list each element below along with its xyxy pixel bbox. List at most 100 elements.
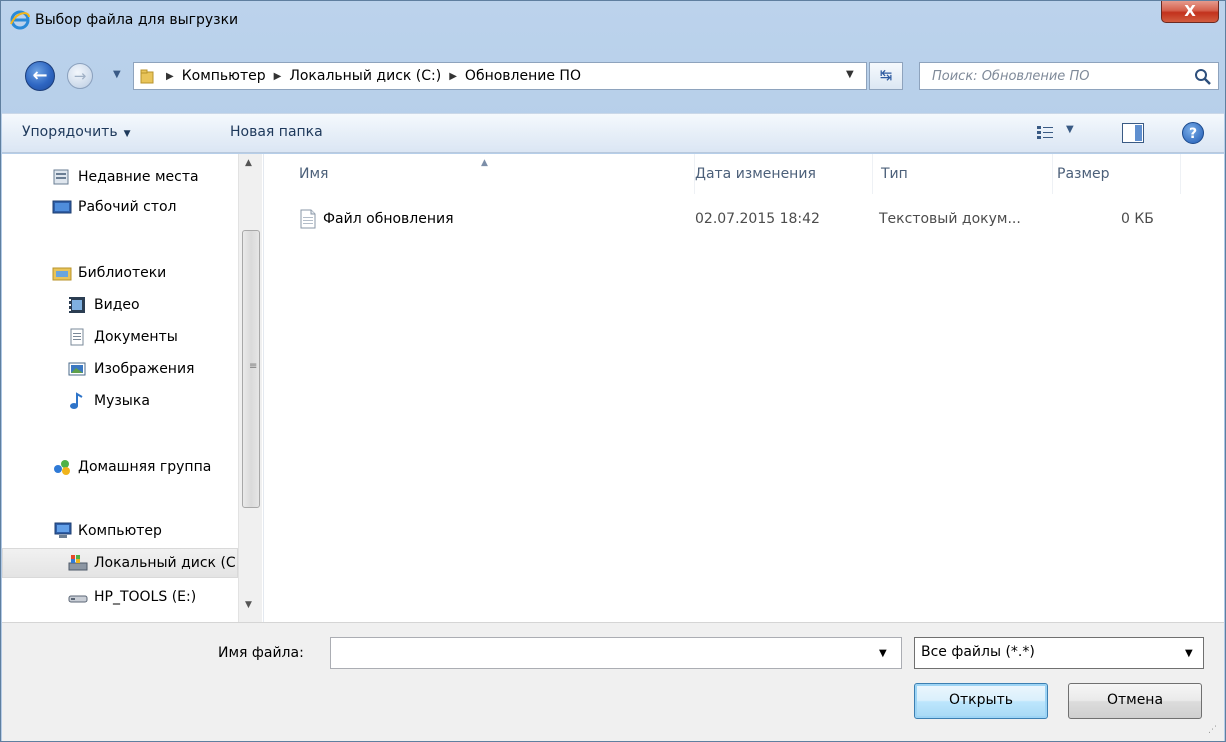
preview-pane-button[interactable]: [1122, 123, 1144, 143]
resize-grip-icon[interactable]: ⋰: [1208, 725, 1220, 737]
close-button[interactable]: X: [1161, 1, 1219, 23]
breadcrumb-local-disk[interactable]: Локальный диск (C:): [289, 68, 441, 84]
forward-button[interactable]: →: [67, 63, 93, 89]
change-view-button[interactable]: ▼: [1036, 122, 1086, 144]
file-date: 02.07.2015 18:42: [695, 211, 820, 227]
refresh-button[interactable]: ↹: [869, 62, 903, 90]
libraries-icon: [52, 264, 72, 282]
sidebar-item-label: Рабочий стол: [78, 199, 177, 215]
open-button[interactable]: Открыть: [914, 683, 1048, 719]
chevron-right-icon: ▶: [166, 70, 174, 82]
chevron-down-icon[interactable]: ▼: [879, 648, 887, 659]
file-type: Текстовый докум...: [879, 211, 1021, 227]
breadcrumb-update-folder[interactable]: Обновление ПО: [465, 68, 581, 84]
cancel-button[interactable]: Отмена: [1068, 683, 1202, 719]
back-button[interactable]: ←: [25, 61, 55, 91]
view-details-icon: [1037, 126, 1053, 139]
sidebar-item-homegroup[interactable]: Домашняя группа: [2, 452, 238, 482]
filename-label: Имя файла:: [218, 645, 304, 661]
dialog-footer: Имя файла: ▼ Все файлы (*.*) ▼ Открыть О…: [2, 622, 1224, 741]
sidebar-item-label: Документы: [94, 329, 178, 345]
breadcrumb: ▶ Компьютер ▶ Локальный диск (C:) ▶ Обно…: [162, 63, 581, 89]
sidebar-item-video[interactable]: Видео: [2, 290, 238, 320]
command-bar: Упорядочить ▼ Новая папка ▼ ?: [2, 113, 1224, 153]
chevron-right-icon: ▶: [449, 70, 457, 82]
close-icon: X: [1184, 2, 1196, 20]
sidebar-item-recent-places[interactable]: Недавние места: [2, 162, 238, 192]
organize-button[interactable]: Упорядочить ▼: [22, 124, 131, 140]
new-folder-button[interactable]: Новая папка: [230, 124, 323, 140]
table-row[interactable]: Файл обновления 02.07.2015 18:42 Текстов…: [285, 206, 1175, 236]
sidebar-item-local-disk[interactable]: Локальный диск (C:): [2, 548, 238, 578]
images-icon: [68, 360, 88, 378]
file-size: 0 КБ: [1121, 211, 1154, 227]
column-date-label: Дата изменения: [695, 166, 816, 182]
search-input[interactable]: [920, 63, 1188, 89]
filename-field[interactable]: ▼: [330, 637, 902, 669]
sidebar-item-hp-tools[interactable]: HP_TOOLS (E:): [2, 582, 238, 612]
address-bar[interactable]: ▶ Компьютер ▶ Локальный диск (C:) ▶ Обно…: [133, 62, 867, 90]
video-icon: [68, 296, 88, 314]
column-header-date[interactable]: Дата изменения: [695, 154, 873, 194]
column-header-size[interactable]: Размер: [1053, 154, 1181, 194]
search-box: [919, 62, 1219, 90]
folder-icon: [140, 68, 156, 84]
sidebar-item-label: Компьютер: [78, 523, 162, 539]
column-header-name[interactable]: Имя ▲: [265, 154, 695, 194]
chevron-down-icon: ▼: [123, 129, 131, 139]
sidebar-item-label: Изображения: [94, 361, 195, 377]
desktop-icon: [52, 198, 72, 216]
file-name: Файл обновления: [323, 211, 454, 227]
sidebar-item-label: Недавние места: [78, 169, 199, 185]
sidebar-item-images[interactable]: Изображения: [2, 354, 238, 384]
chevron-down-icon: ▼: [1185, 648, 1193, 659]
sidebar-item-documents[interactable]: Документы: [2, 322, 238, 352]
sidebar-item-label: Библиотеки: [78, 265, 167, 281]
filename-input[interactable]: [331, 638, 871, 668]
scroll-grip-icon: ≡: [249, 361, 258, 372]
sidebar-item-label: Домашняя группа: [78, 459, 212, 475]
sidebar-item-libraries[interactable]: Библиотеки: [2, 258, 238, 288]
filetype-select[interactable]: Все файлы (*.*) ▼: [914, 637, 1204, 669]
column-size-label: Размер: [1057, 166, 1110, 182]
sidebar-item-label: Локальный диск (C:): [94, 555, 238, 571]
new-folder-label: Новая папка: [230, 124, 323, 140]
recent-places-icon: [52, 168, 72, 186]
music-icon: [68, 392, 88, 410]
scroll-down-icon[interactable]: ▼: [245, 600, 252, 610]
homegroup-icon: [52, 458, 72, 476]
refresh-icon: ↹: [879, 66, 893, 84]
breadcrumb-computer[interactable]: Компьютер: [182, 68, 266, 84]
title-bar: Выбор файла для выгрузки X: [1, 1, 1225, 41]
column-type-label: Тип: [881, 166, 908, 182]
help-icon: ?: [1188, 126, 1198, 142]
sidebar-item-music[interactable]: Музыка: [2, 386, 238, 416]
window-title: Выбор файла для выгрузки: [35, 12, 239, 28]
navigation-bar: ← → ▼ ▶ Компьютер ▶ Локальный диск (C:) …: [1, 59, 1225, 97]
recent-locations-dropdown[interactable]: ▼: [113, 69, 127, 83]
text-document-icon: [299, 209, 317, 229]
sidebar-item-label: HP_TOOLS (E:): [94, 589, 197, 605]
file-dialog-window: Выбор файла для выгрузки X ← → ▼ ▶ Компь…: [0, 0, 1226, 742]
sidebar-item-computer[interactable]: Компьютер: [2, 516, 238, 546]
chevron-down-icon: ▼: [113, 69, 121, 80]
internet-explorer-icon: [9, 9, 31, 31]
scrollbar-thumb[interactable]: ≡: [242, 230, 260, 508]
sidebar-item-label: Видео: [94, 297, 140, 313]
arrow-left-icon: ←: [32, 65, 48, 86]
search-icon[interactable]: [1194, 68, 1212, 86]
navigation-pane: Недавние места Рабочий стол Библиотеки В…: [2, 154, 264, 622]
scroll-up-icon[interactable]: ▲: [245, 158, 252, 168]
sort-ascending-icon: ▲: [481, 158, 488, 168]
address-dropdown-icon[interactable]: ▼: [846, 69, 854, 80]
file-list: Имя ▲ Дата изменения Тип Размер Файл обн…: [265, 154, 1224, 622]
column-header-type[interactable]: Тип: [873, 154, 1053, 194]
navigation-scrollbar[interactable]: ▲ ≡ ▼: [238, 154, 262, 622]
computer-icon: [52, 522, 72, 540]
open-label: Открыть: [949, 692, 1013, 708]
documents-icon: [68, 328, 88, 346]
column-name-label: Имя: [299, 166, 329, 182]
help-button[interactable]: ?: [1182, 122, 1204, 144]
sidebar-item-desktop[interactable]: Рабочий стол: [2, 192, 238, 222]
drive-icon: [68, 588, 88, 606]
